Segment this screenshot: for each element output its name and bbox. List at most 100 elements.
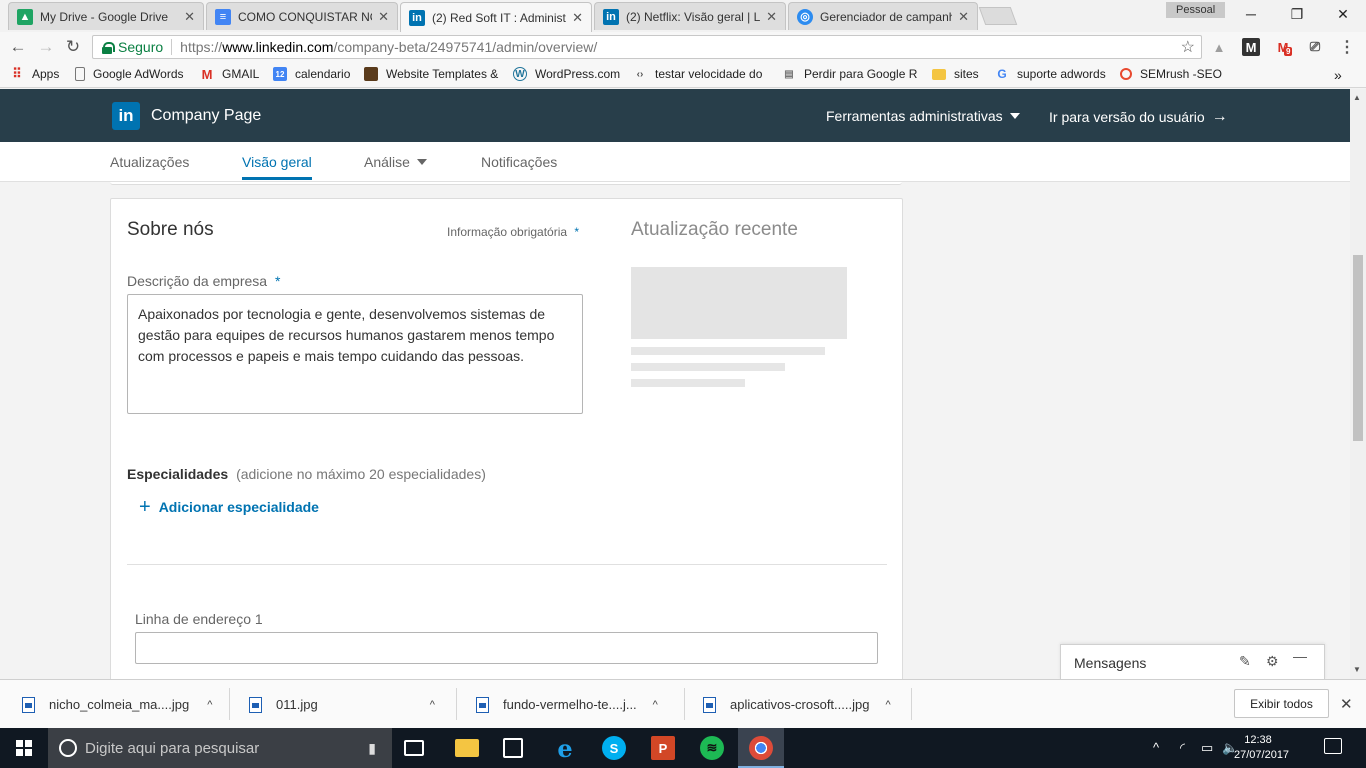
bookmark-calendario[interactable]: 12 calendario (273, 67, 350, 81)
member-view-link[interactable]: Ir para versão do usuário → (1049, 108, 1228, 126)
microphone-icon[interactable]: ▮ (368, 740, 376, 757)
drive-ext-icon[interactable]: ▲ (1210, 38, 1228, 56)
chevron-up-icon[interactable]: ^ (207, 699, 212, 711)
spotify-icon[interactable]: ≋ (700, 736, 724, 760)
tab-overview[interactable]: Visão geral (242, 154, 312, 180)
windows-taskbar: Digite aqui para pesquisar ▮ e S P ≋ ^ ◜… (0, 728, 1366, 768)
file-explorer-icon[interactable] (455, 739, 479, 757)
gmail-notifier-icon[interactable]: M 9 (1274, 38, 1293, 56)
close-icon[interactable]: ✕ (1340, 695, 1353, 713)
gear-icon[interactable]: ⚙ (1266, 653, 1279, 670)
close-tab-icon[interactable]: ✕ (958, 9, 969, 25)
powerpoint-icon[interactable]: P (651, 736, 675, 760)
bookmark-apps[interactable]: ⠿ Apps (10, 66, 59, 81)
tab-analytics[interactable]: Análise (364, 154, 427, 180)
bookmark-sites[interactable]: sites (932, 67, 979, 81)
reload-icon[interactable]: ↻ (62, 36, 84, 58)
profile-button[interactable]: Pessoal (1166, 2, 1226, 18)
download-separator (456, 688, 457, 720)
start-button[interactable] (0, 728, 48, 768)
minimize-icon[interactable]: ─ (1228, 0, 1274, 28)
battery-icon[interactable]: ▭ (1201, 740, 1213, 756)
tab-updates[interactable]: Atualizações (110, 154, 189, 180)
address-bar[interactable]: Seguro https:// www.linkedin.com /compan… (92, 35, 1202, 59)
chrome-icon[interactable] (749, 736, 773, 760)
tab-google-drive[interactable]: ▲ My Drive - Google Drive ✕ (8, 2, 204, 30)
lock-icon (102, 41, 115, 54)
network-icon[interactable]: ◜ (1180, 740, 1185, 756)
tab-notifications[interactable]: Notificações (481, 154, 557, 180)
downloads-bar: nicho_colmeia_ma....jpg ^ 011.jpg ^ fund… (0, 679, 1366, 728)
taskbar-search[interactable]: Digite aqui para pesquisar ▮ (48, 728, 392, 768)
bookmark-label: calendario (295, 67, 351, 81)
tab-linkedin-netflix[interactable]: in (2) Netflix: Visão geral | L ✕ (594, 2, 786, 30)
maximize-icon[interactable]: ❐ (1274, 0, 1320, 28)
bookmark-gmail[interactable]: M GMAIL (200, 67, 260, 82)
bookmark-website-templates[interactable]: Website Templates & (364, 67, 498, 81)
image-file-icon (249, 696, 262, 713)
close-tab-icon[interactable]: ✕ (378, 9, 389, 25)
scroll-down-icon[interactable]: ▼ (1353, 665, 1361, 674)
download-item[interactable]: fundo-vermelho-te....j... ^ (476, 680, 658, 729)
specialties-label-text: Especialidades (127, 466, 229, 482)
gmail-ext-icon[interactable]: M (1242, 38, 1260, 56)
search-placeholder: Digite aqui para pesquisar (85, 739, 260, 757)
scroll-up-icon[interactable]: ▲ (1353, 93, 1361, 102)
page-scrollbar[interactable]: ▲ ▼ (1350, 89, 1366, 679)
about-card: Sobre nós Informação obrigatória * Atual… (110, 198, 903, 679)
minimize-panel-icon[interactable]: — (1293, 648, 1307, 664)
download-item[interactable]: aplicativos-crosoft.....jpg ^ (703, 680, 891, 729)
tray-chevron-icon[interactable]: ^ (1153, 740, 1159, 755)
close-tab-icon[interactable]: ✕ (572, 10, 583, 26)
edge-icon[interactable]: e (553, 734, 577, 763)
bookmark-google-review[interactable]: ▤ Perdir para Google R (782, 67, 917, 81)
scrollbar-thumb[interactable] (1353, 255, 1363, 441)
close-tab-icon[interactable]: ✕ (766, 9, 777, 25)
tab-linkedin-admin[interactable]: in (2) Red Soft IT : Administ ✕ (400, 2, 592, 32)
tab-docs[interactable]: ≡ COMO CONQUISTAR NO ✕ (206, 2, 398, 30)
action-center-icon[interactable] (1324, 738, 1342, 754)
tab-campaign-manager[interactable]: ◎ Gerenciador de campanh ✕ (788, 2, 978, 30)
linkedin-logo[interactable]: in (112, 102, 140, 130)
address-line-1-input[interactable] (135, 632, 878, 664)
description-textarea[interactable]: Apaixonados por tecnologia e gente, dese… (127, 294, 583, 414)
store-icon[interactable] (503, 738, 523, 758)
admin-tools-dropdown[interactable]: Ferramentas administrativas (826, 108, 1020, 124)
url-path: /company-beta/24975741/admin/overview/ (333, 39, 598, 55)
bookmark-speed-test[interactable]: ‹› testar velocidade do (633, 67, 763, 81)
bookmark-suporte-adwords[interactable]: G suporte adwords (995, 67, 1105, 81)
about-heading: Sobre nós (127, 219, 214, 240)
download-item[interactable]: nicho_colmeia_ma....jpg ^ (22, 680, 212, 729)
tab-title: Gerenciador de campanh (820, 9, 953, 24)
download-filename: nicho_colmeia_ma....jpg (49, 697, 190, 712)
bookmarks-overflow-icon[interactable]: » (1334, 67, 1342, 83)
download-item[interactable]: 011.jpg ^ (249, 680, 435, 729)
add-specialty-button[interactable]: + Adicionar especialidade (139, 497, 319, 517)
menu-icon[interactable]: ⋮ (1338, 38, 1356, 56)
close-tab-icon[interactable]: ✕ (184, 9, 195, 25)
new-tab-button[interactable] (978, 7, 1018, 25)
chevron-up-icon[interactable]: ^ (885, 699, 890, 711)
task-view-icon[interactable] (404, 740, 424, 756)
bookmark-wordpress[interactable]: W WordPress.com (513, 67, 620, 81)
browser-toolbar: ← → ↻ Seguro https:// www.linkedin.com /… (0, 32, 1366, 62)
bookmark-google-adwords[interactable]: Google AdWords (75, 67, 184, 81)
clock-date: 27/07/2017 (1234, 749, 1290, 761)
taskbar-clock[interactable]: 12:38 27/07/2017 (1234, 733, 1290, 763)
chevron-up-icon[interactable]: ^ (430, 699, 435, 711)
close-window-icon[interactable]: ✕ (1320, 0, 1366, 28)
bookmark-star-icon[interactable]: ☆ (1181, 37, 1195, 57)
back-icon[interactable]: ← (7, 36, 29, 58)
cast-icon[interactable]: ⎚ (1306, 38, 1324, 56)
chevron-up-icon[interactable]: ^ (653, 699, 658, 711)
download-separator (911, 688, 912, 720)
messaging-panel[interactable]: Mensagens ✎ ⚙ — (1060, 644, 1325, 679)
bookmark-semrush[interactable]: SEMrush -SEO (1120, 67, 1222, 81)
skype-icon[interactable]: S (602, 736, 626, 760)
page-icon: ▤ (784, 68, 794, 80)
forward-icon[interactable]: → (35, 36, 57, 58)
recent-update-placeholder-line (631, 379, 745, 387)
show-all-downloads-button[interactable]: Exibir todos (1234, 689, 1329, 718)
compose-icon[interactable]: ✎ (1239, 653, 1251, 670)
url-scheme: https:// (180, 39, 223, 55)
